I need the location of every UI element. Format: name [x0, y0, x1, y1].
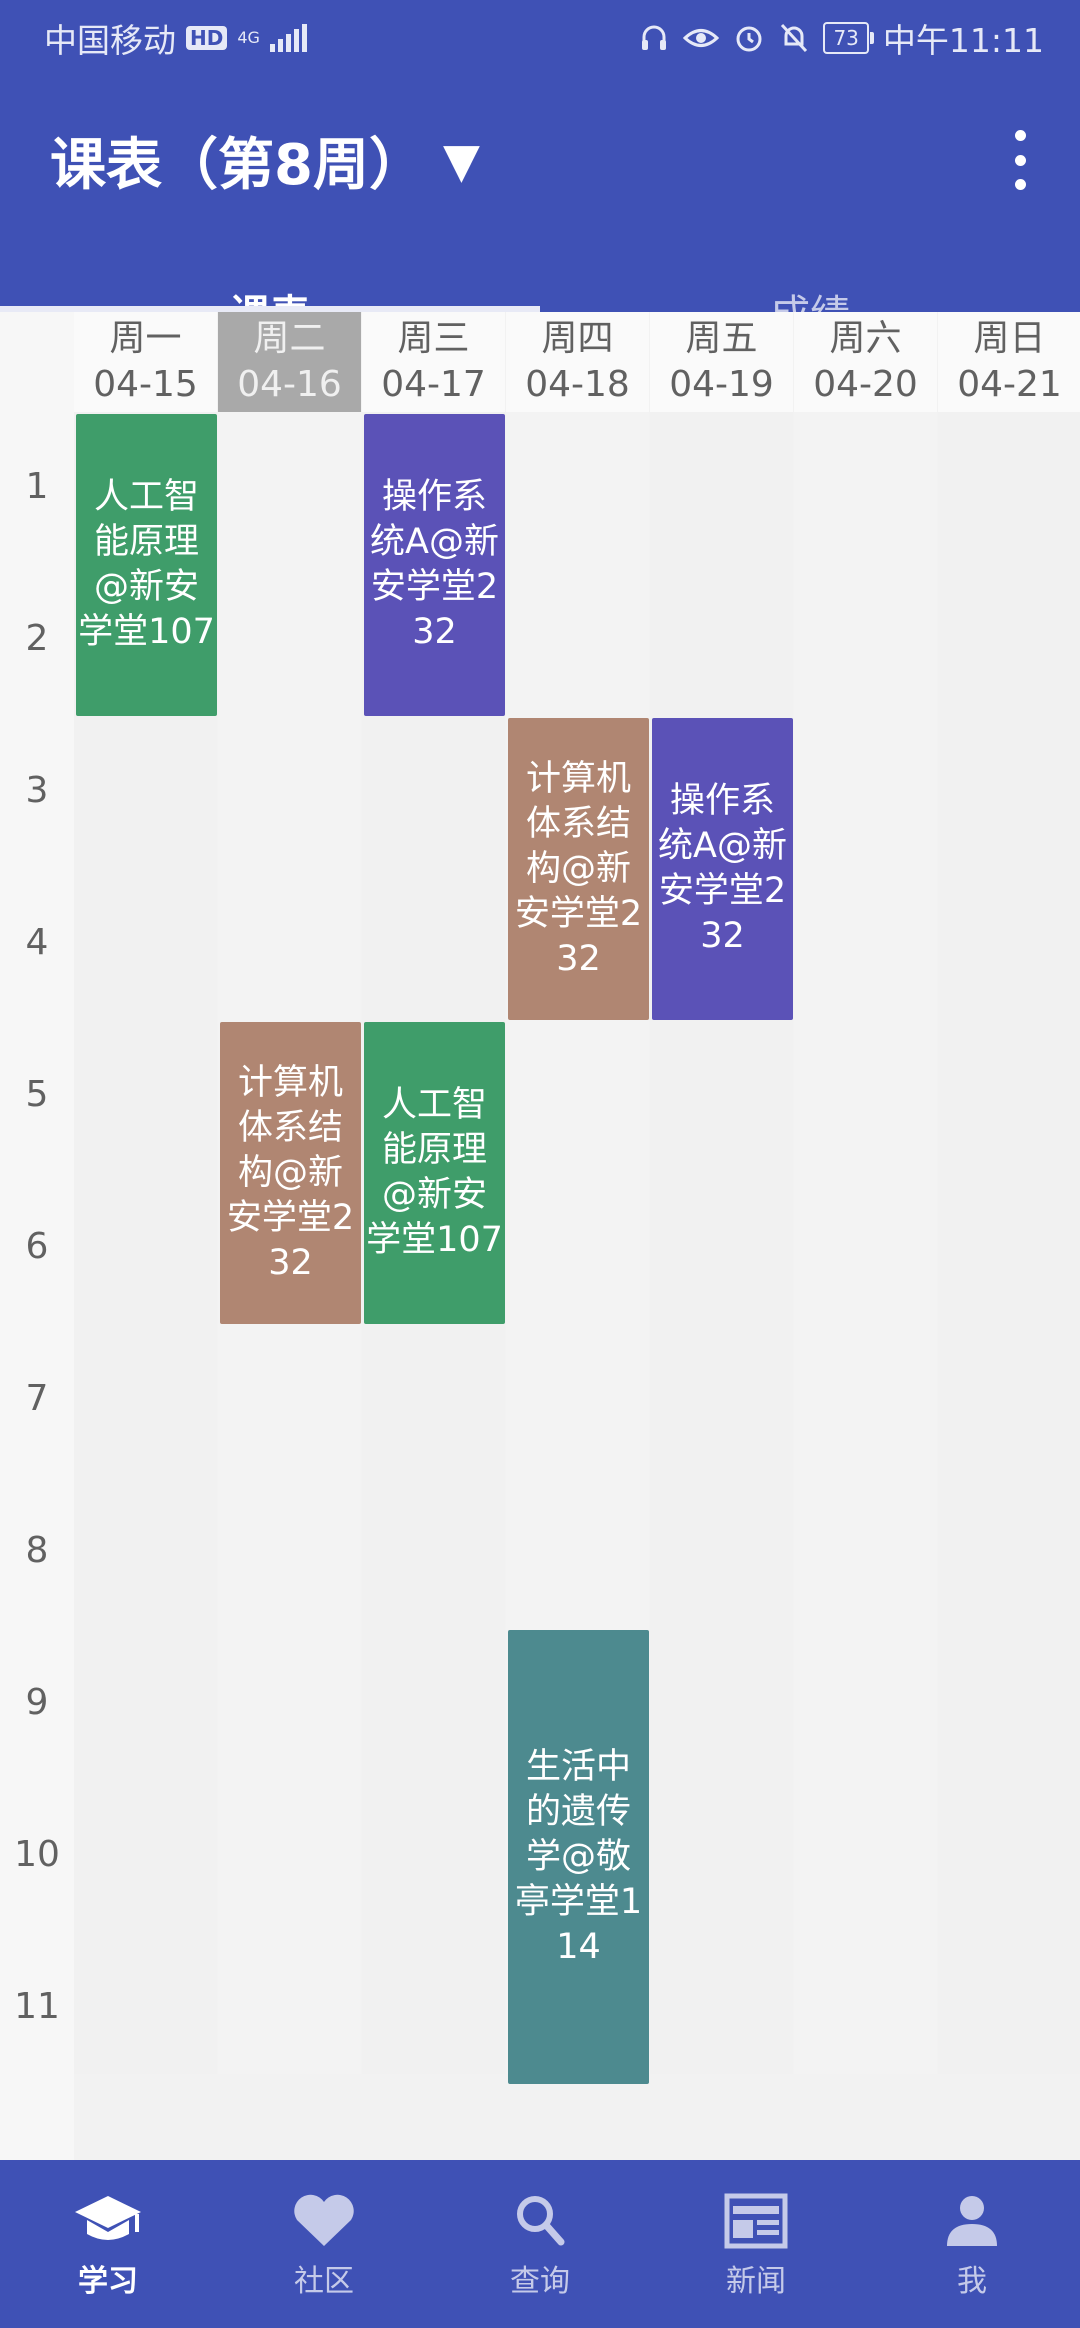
day-column	[650, 412, 793, 2074]
search-icon	[517, 2196, 565, 2246]
day-date: 04-20	[813, 364, 918, 405]
status-bar: 中国移动 HD 4G 73 中午11:11	[0, 0, 1080, 72]
person-icon	[947, 2196, 997, 2246]
period-number: 7	[25, 1378, 49, 1419]
mute-bell-icon	[781, 23, 808, 53]
course-card[interactable]: 计算机体系结构@新安学堂232	[220, 1022, 361, 1324]
nav-query[interactable]: 查询	[432, 2190, 648, 2300]
headset-icon	[642, 25, 667, 50]
app-bar: 课表（第8周） ▼ 课表 成绩	[0, 72, 1080, 338]
period-number: 4	[25, 922, 49, 963]
nav-study[interactable]: 学习	[0, 2190, 216, 2300]
period-number: 6	[25, 1226, 49, 1267]
period-number: 1	[25, 466, 49, 507]
day-name: 周日	[973, 318, 1046, 359]
day-date: 04-18	[525, 364, 630, 405]
period-number: 8	[25, 1530, 49, 1571]
day-date: 04-15	[93, 364, 198, 405]
nav-me[interactable]: 我	[864, 2190, 1080, 2300]
eye-icon	[683, 29, 720, 47]
day-date: 04-17	[381, 364, 486, 405]
day-date: 04-16	[237, 364, 342, 405]
course-card[interactable]: 人工智能原理@新安学堂107	[76, 414, 217, 716]
day-name: 周二	[253, 318, 326, 359]
period-number: 9	[25, 1682, 49, 1723]
clock: 中午11:11	[882, 21, 1044, 60]
day-name: 周一	[109, 318, 182, 359]
week-selector[interactable]: 课表（第8周） ▼	[50, 120, 480, 201]
course-card[interactable]: 生活中的遗传学@敬亭学堂114	[508, 1630, 649, 2084]
course-card[interactable]: 计算机体系结构@新安学堂232	[508, 718, 649, 1020]
nav-label: 新闻	[726, 2264, 786, 2299]
nav-label: 查询	[510, 2264, 570, 2299]
period-number: 3	[25, 770, 49, 811]
day-name: 周五	[685, 318, 758, 359]
period-number: 11	[14, 1986, 60, 2027]
bottom-navigation: 学习 社区 查询 新闻 我	[0, 2160, 1080, 2328]
course-card[interactable]: 操作系统A@新安学堂232	[652, 718, 793, 1020]
course-card[interactable]: 人工智能原理@新安学堂107	[364, 1022, 505, 1324]
period-number: 10	[14, 1834, 60, 1875]
day-name: 周六	[829, 318, 902, 359]
carrier-label: 中国移动	[44, 21, 176, 60]
period-number: 5	[25, 1074, 49, 1115]
day-name: 周四	[541, 318, 614, 359]
day-header: 周一 04-15	[74, 312, 217, 412]
nav-community[interactable]: 社区	[216, 2190, 432, 2300]
day-date: 04-19	[669, 364, 774, 405]
day-column	[794, 412, 937, 2074]
newspaper-icon	[724, 2193, 788, 2249]
network-type: 4G	[237, 28, 260, 47]
period-number: 2	[25, 618, 49, 659]
signal-icon	[269, 24, 307, 52]
heart-icon	[294, 2194, 354, 2246]
hd-badge: HD	[186, 26, 228, 50]
nav-label: 我	[957, 2264, 987, 2299]
day-header: 周六 04-20	[794, 312, 937, 412]
nav-label: 社区	[294, 2264, 354, 2299]
battery-indicator: 73	[823, 22, 875, 54]
alarm-icon	[736, 26, 762, 52]
day-column	[938, 412, 1080, 2074]
dropdown-triangle-icon: ▼	[442, 132, 480, 189]
day-header: 周四 04-18	[506, 312, 649, 412]
nav-news[interactable]: 新闻	[648, 2190, 864, 2300]
day-header: 周三 04-17	[362, 312, 505, 412]
nav-label: 学习	[78, 2264, 138, 2299]
day-date: 04-21	[957, 364, 1062, 405]
course-card[interactable]: 操作系统A@新安学堂232	[364, 414, 505, 716]
more-options-icon[interactable]	[1008, 130, 1032, 190]
page-title: 课表（第8周）	[50, 133, 425, 198]
graduation-cap-icon	[75, 2196, 141, 2240]
day-header: 周五 04-19	[650, 312, 793, 412]
day-header: 周日 04-21	[938, 312, 1080, 412]
timetable-grid[interactable]: 周一 04-15 周二 04-16 周三 04-17 周四 04-18 周五 04-19 周六 04-…	[0, 312, 1080, 2160]
day-name: 周三	[397, 318, 470, 359]
day-header: 周二 04-16	[218, 312, 361, 412]
